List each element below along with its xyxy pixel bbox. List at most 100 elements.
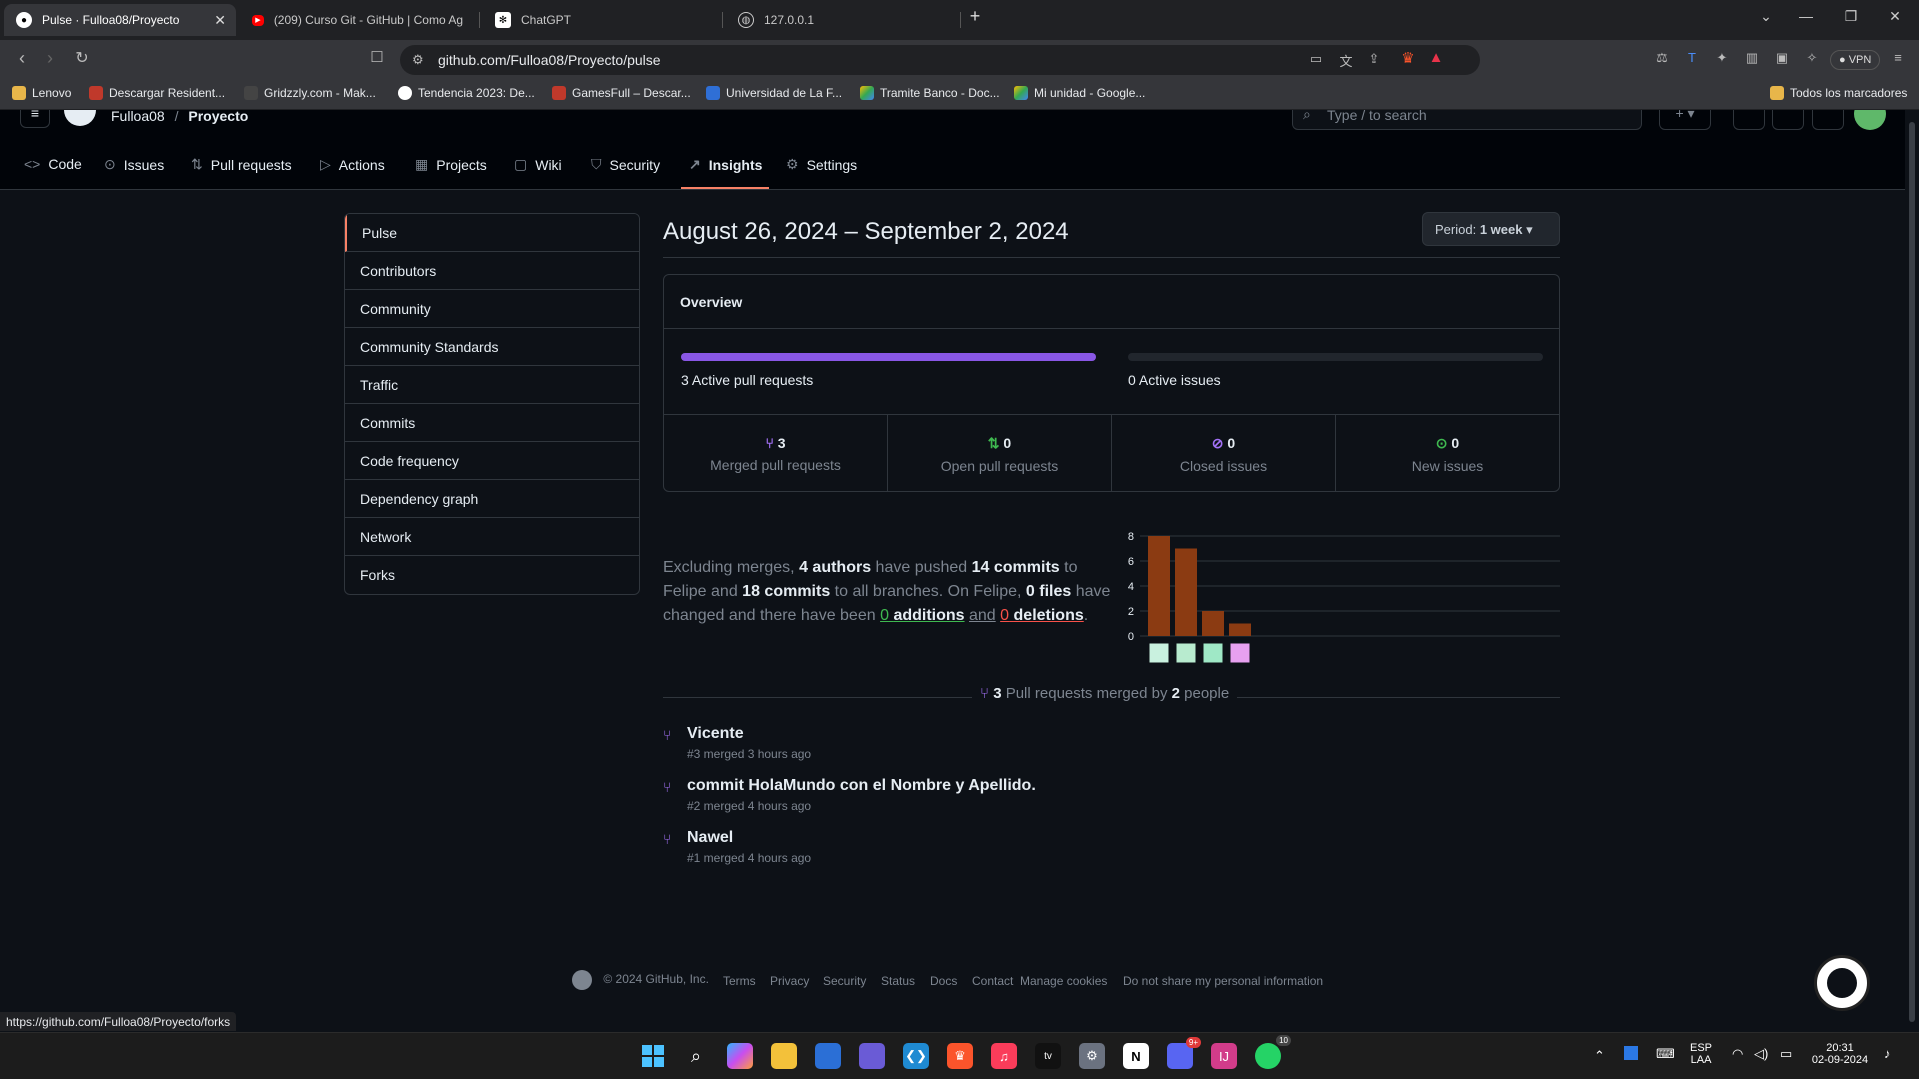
hamburger-menu-button[interactable]: ≡ <box>20 110 50 128</box>
period-dropdown[interactable]: Period: 1 week ▾ <box>1422 212 1560 246</box>
github-logo-icon[interactable] <box>572 970 592 990</box>
stat-closed-issues[interactable]: ⊘ 0 Closed issues <box>1112 415 1336 492</box>
tab-localhost[interactable]: ◍ 127.0.0.1 <box>726 4 961 36</box>
tab-wiki[interactable]: ▢ Wiki <box>514 156 562 173</box>
pr-title-link[interactable]: Nawel <box>687 829 733 847</box>
brave-rewards-icon[interactable]: ▲ <box>1426 49 1446 66</box>
repo-link[interactable]: Proyecto <box>188 110 248 124</box>
bookmark-item[interactable]: Mi unidad - Google... <box>1014 86 1145 100</box>
footer-link-contact[interactable]: Contact <box>972 974 1013 988</box>
owner-link[interactable]: Fulloa08 <box>111 110 165 124</box>
intellij-icon[interactable]: IJ <box>1211 1043 1237 1069</box>
volume-icon[interactable]: ◁) <box>1754 1046 1768 1062</box>
music-icon[interactable]: ♫ <box>991 1043 1017 1069</box>
vpn-button[interactable]: ● VPN <box>1830 50 1881 70</box>
bookmark-item[interactable]: Gridzzly.com - Mak... <box>244 86 376 100</box>
chart-bar[interactable] <box>1229 623 1251 637</box>
tab-projects[interactable]: ▦ Projects <box>415 156 487 173</box>
bookmark-item[interactable]: Lenovo <box>12 86 71 100</box>
menu-item-network[interactable]: Network <box>345 518 639 556</box>
vscode-icon[interactable]: ❮❯ <box>903 1043 929 1069</box>
tab-pull-requests[interactable]: ⇅ Pull requests <box>191 156 292 173</box>
wallet-icon[interactable]: ▣ <box>1772 50 1792 66</box>
notifications-button[interactable] <box>1812 110 1844 130</box>
discord-icon[interactable]: 9+ <box>1167 1037 1201 1069</box>
stat-new-issues[interactable]: ⊙ 0 New issues <box>1336 415 1559 492</box>
bookmark-item[interactable]: Descargar Resident... <box>89 86 225 100</box>
bookmark-item[interactable]: GamesFull – Descar... <box>552 86 691 100</box>
menu-item-commits[interactable]: Commits <box>345 404 639 442</box>
leo-ai-icon[interactable]: ✧ <box>1802 50 1822 66</box>
footer-link-status[interactable]: Status <box>881 974 915 988</box>
tab-code[interactable]: <> Code <box>24 156 82 172</box>
new-tab-button[interactable]: + <box>960 6 990 27</box>
tab-search-icon[interactable]: ⌄ <box>1751 8 1781 25</box>
notification-bell-icon[interactable]: ♪ <box>1884 1046 1891 1061</box>
whatsapp-icon[interactable]: 10 <box>1255 1035 1291 1069</box>
footer-link-do-not-share[interactable]: Do not share my personal information <box>1123 974 1323 988</box>
tab-chatgpt[interactable]: ✻ ChatGPT <box>483 4 718 36</box>
forward-icon[interactable]: › <box>38 48 62 69</box>
brave-shields-icon[interactable]: ♛ <box>1398 49 1418 67</box>
brave-browser-icon[interactable]: ♛ <box>947 1043 973 1069</box>
scrollbar-thumb[interactable] <box>1909 122 1915 1022</box>
footer-link-privacy[interactable]: Privacy <box>770 974 809 988</box>
author-avatar[interactable] <box>1173 640 1199 666</box>
settings-icon[interactable]: ⚙ <box>1079 1043 1105 1069</box>
avatar[interactable] <box>1854 110 1886 130</box>
footer-link-security[interactable]: Security <box>823 974 866 988</box>
chart-bar[interactable] <box>1175 548 1197 637</box>
share-icon[interactable]: ⇪ <box>1364 51 1384 67</box>
footer-link-manage-cookies[interactable]: Manage cookies <box>1020 974 1107 988</box>
bookmark-item[interactable]: Tramite Banco - Doc... <box>860 86 1000 100</box>
bookmark-icon[interactable]: ☐ <box>365 48 389 66</box>
microsoft-store-icon[interactable] <box>815 1043 841 1069</box>
bookmark-item[interactable]: Universidad de La F... <box>706 86 842 100</box>
active-issues-link[interactable]: 0 Active issues <box>1128 372 1221 388</box>
menu-item-pulse[interactable]: Pulse <box>345 214 639 252</box>
battery-icon[interactable]: ▭ <box>1780 1046 1792 1062</box>
search-input[interactable]: ⌕ Type / to search <box>1292 110 1642 130</box>
translate-icon[interactable]: 文 <box>1336 51 1356 70</box>
pr-title-link[interactable]: commit HolaMundo con el Nombre y Apellid… <box>687 777 1036 795</box>
keyboard-icon[interactable]: ⌨ <box>1656 1046 1675 1062</box>
chart-bar[interactable] <box>1202 611 1224 636</box>
active-prs-link[interactable]: 3 Active pull requests <box>681 372 813 388</box>
author-avatar[interactable] <box>1146 640 1172 666</box>
chevron-up-icon[interactable]: ⌃ <box>1594 1048 1605 1064</box>
scrollbar[interactable] <box>1905 110 1919 1032</box>
url-text[interactable]: github.com/Fulloa08/Proyecto/pulse <box>438 52 661 68</box>
translate-extension-icon[interactable]: T <box>1682 50 1702 65</box>
tab-security[interactable]: ⛉ Security <box>591 156 660 173</box>
menu-item-dependency-graph[interactable]: Dependency graph <box>345 480 639 518</box>
menu-icon[interactable]: ≡ <box>1888 50 1908 65</box>
pr-title-link[interactable]: Vicente <box>687 725 744 743</box>
site-info-icon[interactable]: ⚙ <box>412 52 424 68</box>
menu-item-community-standards[interactable]: Community Standards <box>345 328 639 366</box>
tab-youtube[interactable]: ▶ (209) Curso Git - GitHub | Como Ag <box>240 4 475 36</box>
wifi-icon[interactable]: ◠ <box>1732 1046 1743 1062</box>
footer-link-docs[interactable]: Docs <box>930 974 957 988</box>
extensions-icon[interactable]: ⚖ <box>1652 50 1672 66</box>
menu-item-code-frequency[interactable]: Code frequency <box>345 442 639 480</box>
notion-icon[interactable]: N <box>1123 1043 1149 1069</box>
create-new-button[interactable]: + ▾ <box>1659 110 1711 130</box>
search-icon[interactable]: ⌕ <box>683 1043 709 1069</box>
github-logo-icon[interactable] <box>64 110 96 126</box>
reload-icon[interactable]: ↻ <box>70 48 94 68</box>
menu-item-contributors[interactable]: Contributors <box>345 252 639 290</box>
assistant-floating-button[interactable] <box>1814 955 1870 1011</box>
minimize-button[interactable]: — <box>1791 8 1821 24</box>
tab-pulse[interactable]: ● Pulse · Fulloa08/Proyecto ✕ <box>4 4 236 36</box>
file-explorer-icon[interactable] <box>771 1043 797 1069</box>
additions-link[interactable]: 0 additions <box>880 607 964 624</box>
tab-insights[interactable]: ↗ Insights <box>689 156 762 173</box>
pull-requests-shortcut-button[interactable] <box>1772 110 1804 130</box>
onedrive-icon[interactable] <box>1624 1046 1638 1060</box>
bookmark-item[interactable]: Tendencia 2023: De... <box>398 86 535 100</box>
app-icon[interactable] <box>859 1043 885 1069</box>
author-avatar[interactable] <box>1200 640 1226 666</box>
address-bar[interactable]: ⚙ github.com/Fulloa08/Proyecto/pulse ▭ 文… <box>400 45 1480 75</box>
close-tab-icon[interactable]: ✕ <box>214 12 226 29</box>
author-avatar[interactable] <box>1227 640 1253 666</box>
